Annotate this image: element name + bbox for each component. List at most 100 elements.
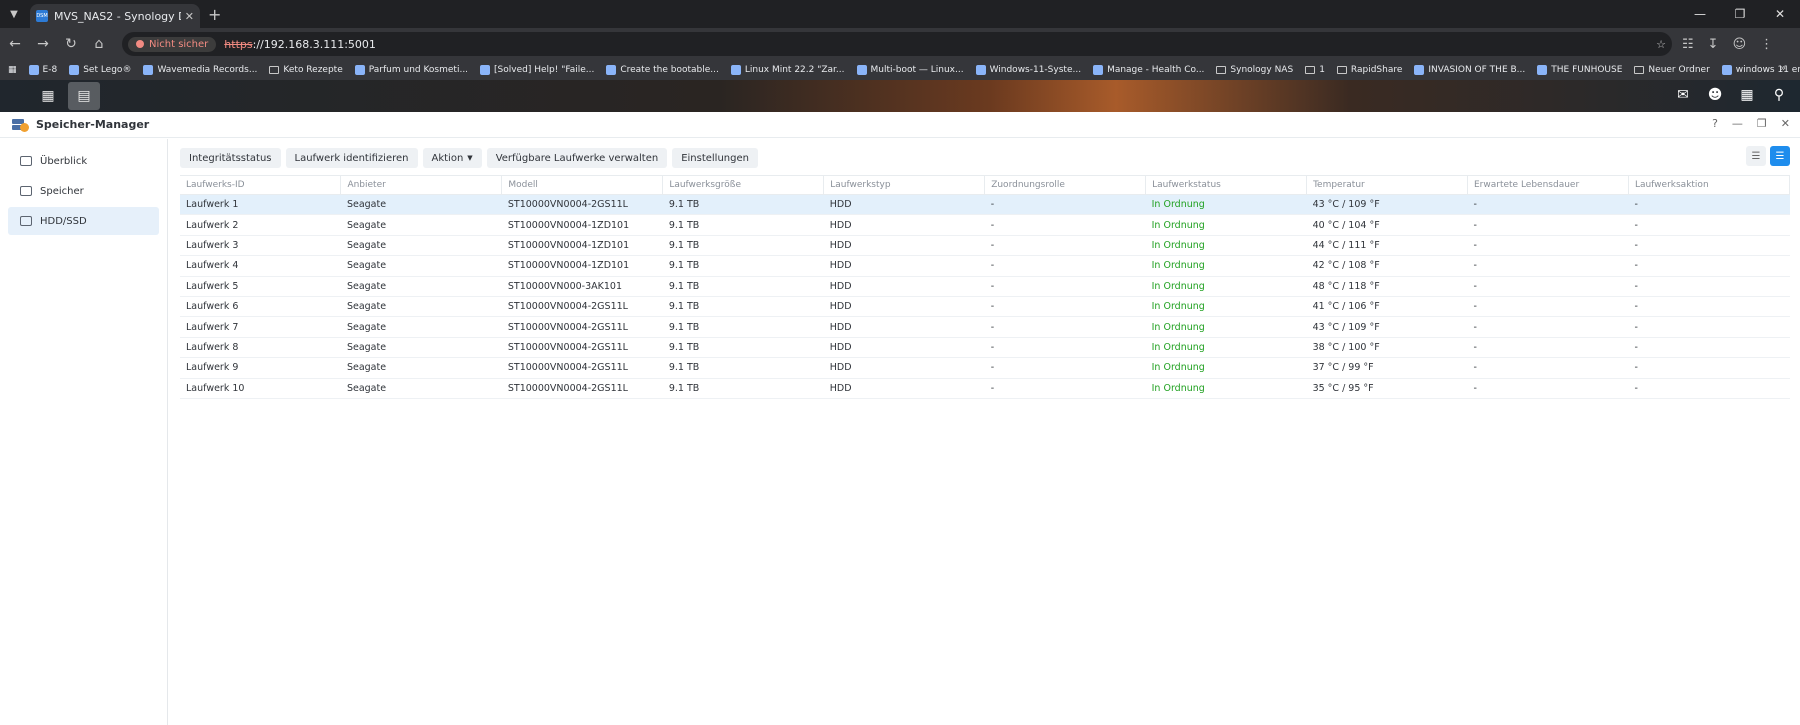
- column-header[interactable]: Erwartete Lebensdauer: [1467, 175, 1629, 195]
- bookmark-item[interactable]: Manage - Health Co...: [1093, 65, 1204, 75]
- chat-icon[interactable]: ✉: [1672, 84, 1694, 106]
- column-header[interactable]: Laufwerkstyp: [823, 175, 986, 195]
- bookmark-item[interactable]: E-8: [28, 65, 57, 75]
- bookmark-item[interactable]: Create the bootable...: [606, 65, 719, 75]
- table-row[interactable]: Laufwerk 2 Seagate ST10000VN0004-1ZD101 9.1…: [180, 214, 1790, 236]
- integrity-status-button[interactable]: Integritätsstatus: [180, 148, 281, 168]
- identify-drive-button[interactable]: Laufwerk identifizieren: [285, 148, 418, 168]
- url-input[interactable]: Nicht sicher https://192.168.3.111:5001 …: [122, 32, 1672, 56]
- table-cell: HDD: [823, 276, 985, 297]
- window-titlebar: Speicher-Manager ? — ❐ ✕: [0, 112, 1800, 138]
- close-icon[interactable]: ✕: [1760, 0, 1800, 28]
- column-header[interactable]: Laufwerks-ID: [180, 175, 342, 195]
- help-icon[interactable]: ?: [1712, 117, 1718, 130]
- forward-icon[interactable]: →: [30, 36, 56, 52]
- column-header[interactable]: Laufwerksaktion: [1628, 175, 1791, 195]
- bookmark-folder[interactable]: Keto Rezepte: [269, 65, 343, 75]
- table-cell: HDD: [823, 255, 985, 277]
- bookmark-item[interactable]: THE FUNHOUSE: [1537, 65, 1622, 75]
- restore-icon[interactable]: ❐: [1720, 0, 1760, 28]
- column-header[interactable]: Laufwerkstatus: [1145, 175, 1308, 195]
- menu-icon[interactable]: ⋮: [1760, 37, 1773, 52]
- bookmark-item[interactable]: Parfum und Kosmeti...: [354, 65, 468, 75]
- browser-tab[interactable]: DSM MVS_NAS2 - Synology DiskStati ✕: [30, 4, 200, 28]
- extensions-icon[interactable]: ☷: [1682, 37, 1694, 52]
- table-row[interactable]: Laufwerk 4 Seagate ST10000VN0004-1ZD101 9.1…: [180, 255, 1790, 277]
- bookmark-item[interactable]: Windows-11-Syste...: [975, 65, 1081, 75]
- table-cell: In Ordnung: [1145, 296, 1307, 318]
- reload-icon[interactable]: ↻: [58, 36, 84, 52]
- sidebar-item-overview[interactable]: Überblick: [8, 147, 159, 175]
- home-icon[interactable]: ⌂: [86, 36, 112, 52]
- apps-grid-icon[interactable]: ▦: [8, 65, 17, 75]
- table-cell: 35 °C / 95 °F: [1306, 378, 1468, 399]
- bookmark-item[interactable]: Set Lego®: [69, 65, 131, 75]
- bookmark-item[interactable]: Linux Mint 22.2 "Zar...: [730, 65, 845, 75]
- download-icon[interactable]: ↧: [1708, 37, 1719, 52]
- column-header[interactable]: Laufwerksgröße: [662, 175, 825, 195]
- table-row[interactable]: Laufwerk 3 Seagate ST10000VN0004-1ZD101 9.1…: [180, 235, 1790, 257]
- profile-icon[interactable]: ☺: [1733, 37, 1747, 52]
- bookmark-item[interactable]: Multi-boot — Linux...: [856, 65, 964, 75]
- new-tab-icon[interactable]: +: [208, 5, 221, 24]
- detail-view-icon[interactable]: ☰: [1770, 146, 1790, 166]
- table-row[interactable]: Laufwerk 5 Seagate ST10000VN000-3AK101 9.1 …: [180, 276, 1790, 297]
- table-row[interactable]: Laufwerk 10 Seagate ST10000VN0004-2GS11L 9.…: [180, 378, 1790, 399]
- storage-manager-taskbar-icon[interactable]: ▤: [68, 82, 100, 110]
- table-cell: -: [1467, 378, 1629, 399]
- table-cell: 9.1 TB: [662, 316, 824, 338]
- list-view-icon[interactable]: ☰: [1746, 146, 1766, 166]
- table-cell: -: [984, 378, 1146, 399]
- search-icon[interactable]: ⚲: [1768, 84, 1790, 106]
- column-header[interactable]: Modell: [501, 175, 664, 195]
- settings-button[interactable]: Einstellungen: [672, 148, 758, 168]
- table-cell: 9.1 TB: [662, 235, 824, 257]
- bookmark-item[interactable]: INVASION OF THE B...: [1414, 65, 1525, 75]
- column-header[interactable]: Anbieter: [340, 175, 503, 195]
- window-maximize-icon[interactable]: ❐: [1757, 117, 1767, 130]
- table-cell: -: [984, 214, 1146, 236]
- bookmark-item[interactable]: windows 11 erweite...: [1721, 65, 1800, 75]
- widgets-icon[interactable]: ▦: [1736, 84, 1758, 106]
- table-cell: Seagate: [340, 255, 502, 277]
- caret-down-icon: ▼: [467, 154, 473, 162]
- storage-icon: [20, 186, 32, 196]
- table-row[interactable]: Laufwerk 9 Seagate ST10000VN0004-2GS11L 9.1…: [180, 357, 1790, 379]
- sidebar-item-storage[interactable]: Speicher: [8, 177, 159, 205]
- user-icon[interactable]: ☻: [1704, 84, 1726, 106]
- bookmark-star-icon[interactable]: ☆: [1656, 38, 1666, 51]
- minimize-icon[interactable]: —: [1680, 0, 1720, 28]
- table-cell: HDD: [823, 378, 985, 399]
- table-row[interactable]: Laufwerk 7 Seagate ST10000VN0004-2GS11L 9.1…: [180, 316, 1790, 338]
- table-cell: -: [1628, 357, 1790, 379]
- bookmark-item[interactable]: Wavemedia Records...: [143, 65, 257, 75]
- table-cell: HDD: [823, 194, 985, 216]
- bookmark-folder[interactable]: 1: [1305, 65, 1325, 75]
- bookmark-item[interactable]: [Solved] Help! "Faile...: [480, 65, 594, 75]
- main-menu-icon[interactable]: ▦: [32, 82, 64, 110]
- security-chip[interactable]: Nicht sicher: [128, 36, 217, 52]
- column-header[interactable]: Temperatur: [1306, 175, 1468, 195]
- back-icon[interactable]: ←: [2, 36, 28, 52]
- sidebar-item-hdd-ssd[interactable]: HDD/SSD: [8, 207, 159, 235]
- more-bookmarks-icon[interactable]: »: [1780, 63, 1786, 74]
- bookmark-folder[interactable]: Neuer Ordner: [1634, 65, 1710, 75]
- table-cell: In Ordnung: [1145, 316, 1307, 338]
- action-dropdown-button[interactable]: Aktion ▼: [422, 148, 482, 168]
- table-cell: Seagate: [340, 214, 502, 236]
- table-cell: 42 °C / 108 °F: [1306, 255, 1468, 277]
- bookmark-folder[interactable]: Synology NAS: [1216, 65, 1293, 75]
- table-row[interactable]: Laufwerk 6 Seagate ST10000VN0004-2GS11L 9.1…: [180, 296, 1790, 318]
- table-cell: 9.1 TB: [662, 255, 824, 277]
- bookmark-folder[interactable]: RapidShare: [1336, 65, 1402, 75]
- tab-search-icon[interactable]: ▼: [0, 0, 28, 28]
- window-minimize-icon[interactable]: —: [1732, 117, 1743, 130]
- warning-icon: [136, 40, 144, 48]
- table-row[interactable]: Laufwerk 8 Seagate ST10000VN0004-2GS11L 9.1…: [180, 337, 1790, 359]
- window-close-icon[interactable]: ✕: [1781, 117, 1790, 130]
- manage-available-drives-button[interactable]: Verfügbare Laufwerke verwalten: [486, 148, 668, 168]
- tab-close-icon[interactable]: ✕: [185, 10, 194, 23]
- column-header[interactable]: Zuordnungsrolle: [984, 175, 1147, 195]
- storage-manager-app-icon: [12, 117, 30, 133]
- table-row[interactable]: Laufwerk 1 Seagate ST10000VN0004-2GS11L 9.1…: [180, 194, 1790, 216]
